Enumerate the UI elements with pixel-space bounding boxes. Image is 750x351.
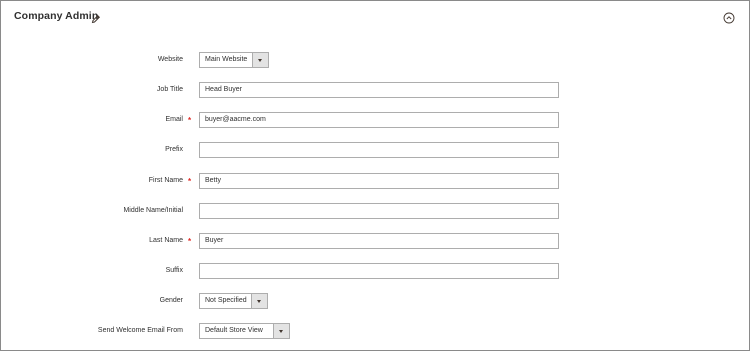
prefix-input[interactable] xyxy=(199,142,559,158)
website-select-value: Main Website xyxy=(205,56,248,63)
panel-header: Company Admin xyxy=(14,10,735,26)
row-prefix: Prefix xyxy=(1,142,749,158)
row-last-name: Last Name * xyxy=(1,233,749,249)
row-middle-name: Middle Name/Initial xyxy=(1,203,749,219)
email-input[interactable] xyxy=(199,112,559,128)
chevron-down-icon xyxy=(279,330,283,333)
chevron-down-icon xyxy=(258,59,262,62)
suffix-input[interactable] xyxy=(199,263,559,279)
gender-dropdown-button[interactable] xyxy=(251,294,267,308)
website-label: Website xyxy=(157,56,183,63)
website-select[interactable]: Main Website xyxy=(199,52,269,68)
collapse-chevron-up-icon[interactable] xyxy=(723,11,735,24)
first-name-input[interactable] xyxy=(199,173,559,189)
send-welcome-email-select-value: Default Store View xyxy=(205,327,263,334)
middle-name-label: Middle Name/Initial xyxy=(123,207,183,214)
gender-select-value: Not Specified xyxy=(205,297,247,304)
suffix-label: Suffix xyxy=(165,267,183,274)
chevron-down-icon xyxy=(257,300,261,303)
required-asterisk: * xyxy=(188,237,192,246)
last-name-input[interactable] xyxy=(199,233,559,249)
panel-title: Company Admin xyxy=(14,10,99,22)
gender-label: Gender xyxy=(159,297,183,304)
gender-select[interactable]: Not Specified xyxy=(199,293,268,309)
middle-name-input[interactable] xyxy=(199,203,559,219)
last-name-label: Last Name xyxy=(149,237,183,244)
send-welcome-email-select[interactable]: Default Store View xyxy=(199,323,290,339)
row-job-title: Job Title xyxy=(1,82,749,98)
row-website: Website Main Website xyxy=(1,52,749,68)
row-gender: Gender Not Specified xyxy=(1,293,749,309)
row-email: Email * xyxy=(1,112,749,128)
row-suffix: Suffix xyxy=(1,263,749,279)
website-dropdown-button[interactable] xyxy=(252,53,268,67)
row-send-welcome-email: Send Welcome Email From Default Store Vi… xyxy=(1,323,749,339)
required-asterisk: * xyxy=(188,116,192,125)
company-admin-panel: Company Admin Website Main Website Job T… xyxy=(0,0,750,351)
pencil-edit-icon[interactable] xyxy=(91,11,101,24)
first-name-label: First Name xyxy=(148,177,183,184)
email-label: Email xyxy=(165,116,183,123)
job-title-label: Job Title xyxy=(156,86,183,93)
send-welcome-email-dropdown-button[interactable] xyxy=(273,324,289,338)
job-title-input[interactable] xyxy=(199,82,559,98)
row-first-name: First Name * xyxy=(1,173,749,189)
required-asterisk: * xyxy=(188,177,192,186)
send-welcome-email-label: Send Welcome Email From xyxy=(97,327,183,334)
prefix-label: Prefix xyxy=(165,146,183,153)
